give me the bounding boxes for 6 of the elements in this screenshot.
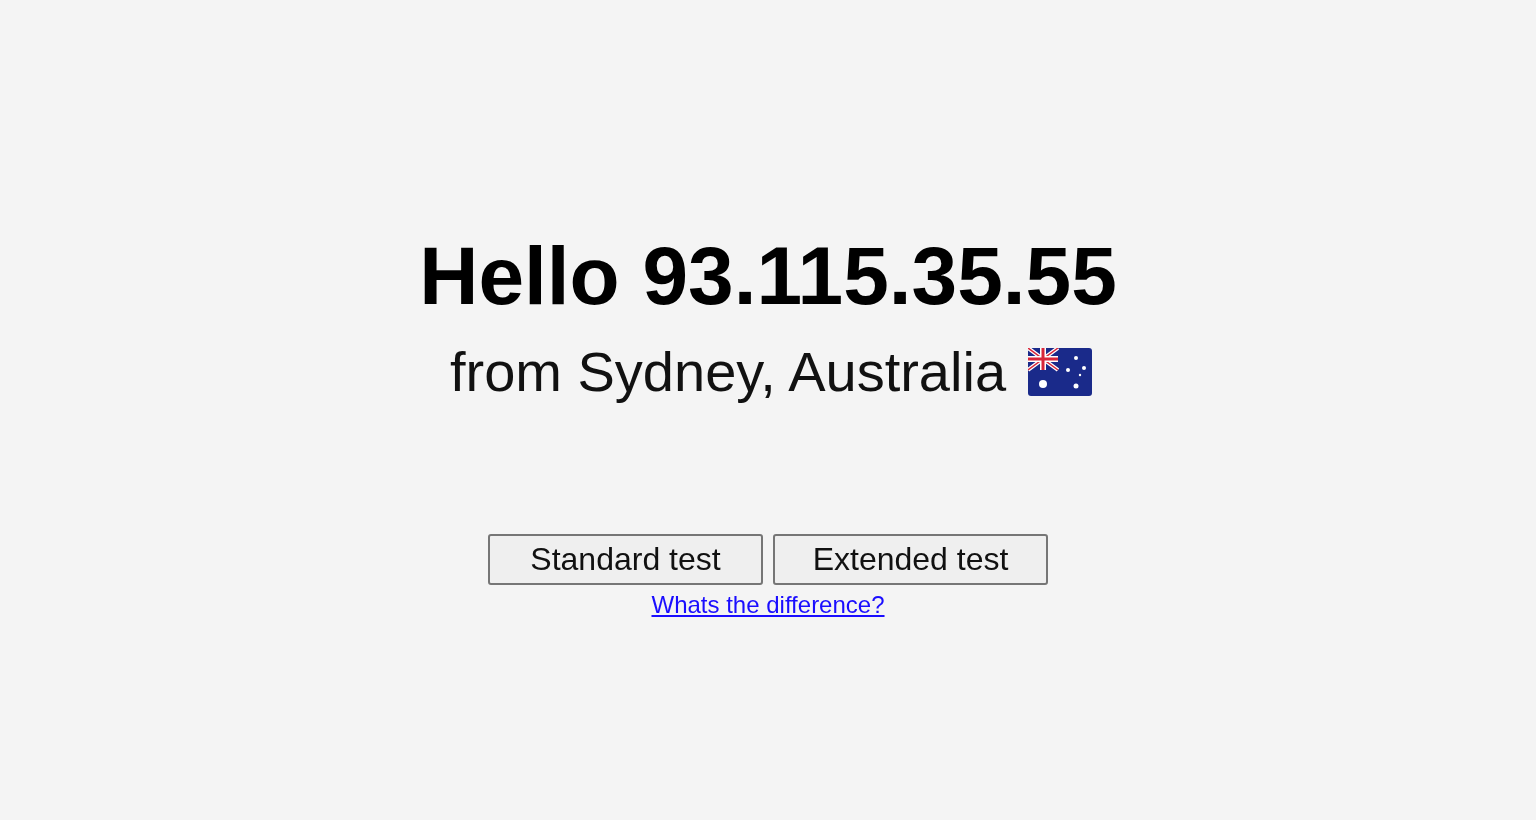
flag-icon	[1028, 348, 1093, 396]
location-text: from Sydney, Australia	[449, 339, 1007, 405]
test-button[interactable]: Extended test	[773, 534, 1048, 585]
difference-link[interactable]: Whats the difference?	[651, 591, 885, 619]
test-button[interactable]: Standard test	[488, 534, 763, 585]
greeting-heading: Hello 93.115.35.55	[419, 229, 1117, 323]
